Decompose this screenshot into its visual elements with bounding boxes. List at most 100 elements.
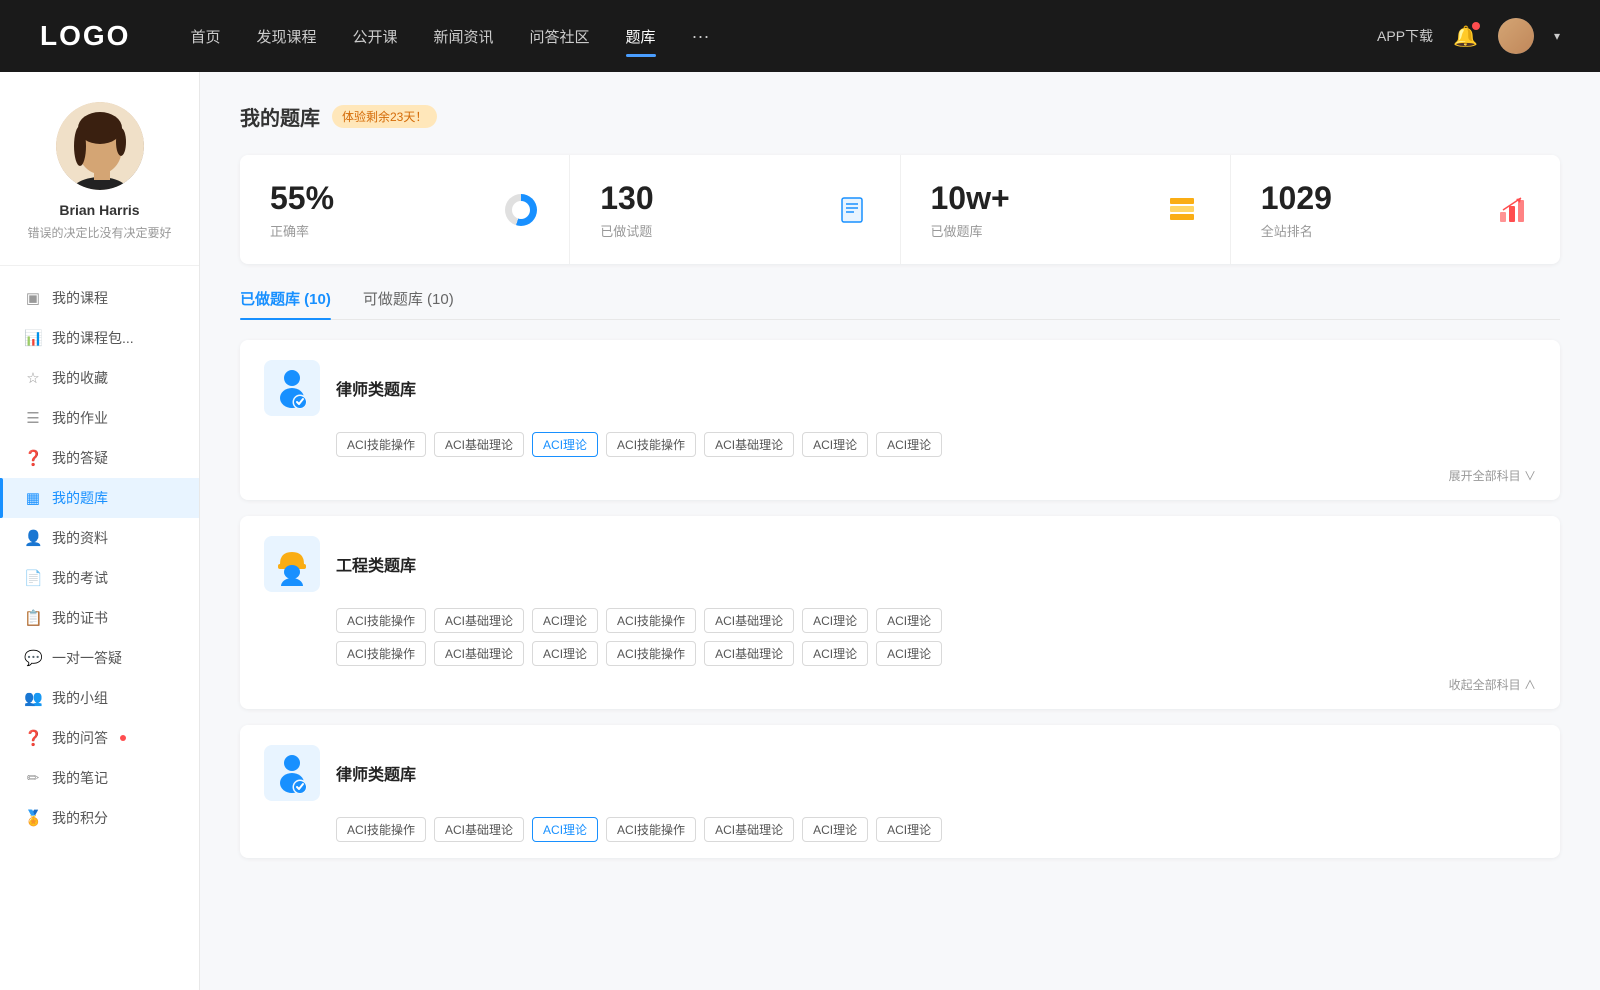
qbank-tag-highlighted[interactable]: ACI理论: [532, 817, 598, 842]
sidebar-avatar[interactable]: [56, 102, 144, 190]
qbank-tag[interactable]: ACI理论: [802, 641, 868, 666]
qbank-tag[interactable]: ACI技能操作: [606, 432, 696, 457]
qbank-icon-lawyer-1: [264, 360, 320, 416]
qbank-tag[interactable]: ACI理论: [802, 432, 868, 457]
qbank-tag[interactable]: ACI基础理论: [704, 641, 794, 666]
pie-chart-inner: [512, 201, 530, 219]
qbank-card-engineer: 工程类题库 ACI技能操作 ACI基础理论 ACI理论 ACI技能操作 ACI基…: [240, 516, 1560, 709]
tab-done-banks[interactable]: 已做题库 (10): [240, 288, 331, 319]
rank-label: 全站排名: [1261, 221, 1478, 240]
qbank-tag[interactable]: ACI基础理论: [434, 432, 524, 457]
qbank-tag[interactable]: ACI理论: [876, 608, 942, 633]
sidebar-item-my-qa[interactable]: ❓ 我的问答: [0, 718, 199, 758]
sidebar-item-favorites[interactable]: ☆ 我的收藏: [0, 358, 199, 398]
qbank-tag[interactable]: ACI技能操作: [336, 641, 426, 666]
points-icon: 🏅: [24, 809, 42, 827]
done-banks-label: 已做题库: [931, 221, 1148, 240]
page-header: 我的题库 体验剩余23天！: [240, 102, 1560, 131]
qbank-tag[interactable]: ACI基础理论: [704, 817, 794, 842]
note-svg-icon: [836, 194, 868, 226]
one-on-one-icon: 💬: [24, 649, 42, 667]
sidebar-avatar-image: [56, 102, 144, 190]
qbank-tag[interactable]: ACI技能操作: [336, 817, 426, 842]
sidebar-item-points[interactable]: 🏅 我的积分: [0, 798, 199, 838]
qbank-tag[interactable]: ACI理论: [532, 608, 598, 633]
qbank-footer-engineer: 收起全部科目 ∧: [264, 676, 1536, 693]
qbank-tag[interactable]: ACI技能操作: [606, 608, 696, 633]
sidebar-item-qa[interactable]: ❓ 我的答疑: [0, 438, 199, 478]
qbank-tag[interactable]: ACI基础理论: [434, 817, 524, 842]
qbank-tag[interactable]: ACI理论: [876, 817, 942, 842]
sidebar-item-profile[interactable]: 👤 我的资料: [0, 518, 199, 558]
qbank-tag[interactable]: ACI基础理论: [434, 608, 524, 633]
qbank-header-lawyer-2: 律师类题库: [264, 745, 1536, 801]
nav-discover[interactable]: 发现课程: [256, 22, 316, 51]
groups-icon: 👥: [24, 689, 42, 707]
qbank-collapse-button[interactable]: 收起全部科目 ∧: [1449, 676, 1536, 693]
qbank-tag[interactable]: ACI理论: [802, 608, 868, 633]
sidebar-item-label: 我的资料: [52, 528, 108, 548]
qa-icon: ❓: [24, 449, 42, 467]
rank-value: 1029: [1261, 179, 1478, 217]
sidebar-item-label: 我的收藏: [52, 368, 108, 388]
sidebar: Brian Harris 错误的决定比没有决定要好 ▣ 我的课程 📊 我的课程包…: [0, 72, 200, 990]
done-questions-value: 130: [600, 179, 817, 217]
sidebar-item-certificates[interactable]: 📋 我的证书: [0, 598, 199, 638]
stat-done-banks: 10w+ 已做题库: [901, 155, 1231, 264]
qbank-tag-highlighted[interactable]: ACI理论: [532, 432, 598, 457]
notification-bell[interactable]: 🔔: [1453, 24, 1478, 49]
qbank-tag[interactable]: ACI基础理论: [704, 432, 794, 457]
sidebar-item-courses[interactable]: ▣ 我的课程: [0, 278, 199, 318]
sidebar-item-groups[interactable]: 👥 我的小组: [0, 678, 199, 718]
nav-home[interactable]: 首页: [190, 22, 220, 51]
qbank-tag[interactable]: ACI技能操作: [336, 608, 426, 633]
qbank-tag[interactable]: ACI基础理论: [434, 641, 524, 666]
qbank-tag[interactable]: ACI技能操作: [606, 817, 696, 842]
qbank-tag[interactable]: ACI技能操作: [336, 432, 426, 457]
sidebar-item-course-packages[interactable]: 📊 我的课程包...: [0, 318, 199, 358]
sidebar-user-motto: 错误的决定比没有决定要好: [27, 224, 171, 241]
qbank-tags-lawyer-2: ACI技能操作 ACI基础理论 ACI理论 ACI技能操作 ACI基础理论 AC…: [264, 817, 1536, 842]
avatar[interactable]: [1498, 18, 1534, 54]
qbank-tag[interactable]: ACI理论: [876, 641, 942, 666]
qbank-tag[interactable]: ACI理论: [532, 641, 598, 666]
nav-qbank[interactable]: 题库: [626, 22, 656, 51]
qbank-title-lawyer-2: 律师类题库: [336, 761, 416, 785]
lawyer-icon-svg-2: [270, 751, 314, 795]
logo[interactable]: LOGO: [40, 20, 130, 52]
nav-opencourse[interactable]: 公开课: [352, 22, 397, 51]
qbank-tag[interactable]: ACI技能操作: [606, 641, 696, 666]
sidebar-item-label: 我的小组: [52, 688, 108, 708]
content-area: 我的题库 体验剩余23天！ 55% 正确率 130 已做试题: [200, 72, 1600, 990]
avatar-chevron-icon[interactable]: ▾: [1554, 29, 1560, 43]
nav-qa[interactable]: 问答社区: [530, 22, 590, 51]
sidebar-item-homework[interactable]: ☰ 我的作业: [0, 398, 199, 438]
sidebar-item-label: 一对一答疑: [52, 648, 122, 668]
notification-dot: [1472, 22, 1480, 30]
tab-available-banks[interactable]: 可做题库 (10): [363, 288, 454, 319]
qbank-tag[interactable]: ACI理论: [876, 432, 942, 457]
nav-more[interactable]: ···: [692, 26, 710, 47]
sidebar-item-notes[interactable]: ✏ 我的笔记: [0, 758, 199, 798]
sidebar-item-one-on-one[interactable]: 💬 一对一答疑: [0, 638, 199, 678]
notes-icon: ✏: [24, 769, 42, 787]
sidebar-item-exams[interactable]: 📄 我的考试: [0, 558, 199, 598]
sidebar-item-label: 我的考试: [52, 568, 108, 588]
stat-rank-text: 1029 全站排名: [1261, 179, 1478, 240]
my-qa-icon: ❓: [24, 729, 42, 747]
sidebar-menu: ▣ 我的课程 📊 我的课程包... ☆ 我的收藏 ☰ 我的作业 ❓ 我的答疑 ▦: [0, 278, 199, 838]
stat-done-questions-text: 130 已做试题: [600, 179, 817, 240]
qbank-header-lawyer-1: 律师类题库: [264, 360, 1536, 416]
nav-news[interactable]: 新闻资讯: [434, 22, 494, 51]
qbank-expand-button[interactable]: 展开全部科目 ∨: [1449, 467, 1536, 484]
qbank-tag[interactable]: ACI理论: [802, 817, 868, 842]
qbank-icon: ▦: [24, 489, 42, 507]
stat-accuracy: 55% 正确率: [240, 155, 570, 264]
qbank-tag[interactable]: ACI基础理论: [704, 608, 794, 633]
certificates-icon: 📋: [24, 609, 42, 627]
sidebar-item-qbank[interactable]: ▦ 我的题库: [0, 478, 199, 518]
app-download-button[interactable]: APP下载: [1377, 26, 1433, 46]
sidebar-profile: Brian Harris 错误的决定比没有决定要好: [0, 102, 199, 266]
engineer-icon-svg: [270, 542, 314, 586]
stat-done-banks-text: 10w+ 已做题库: [931, 179, 1148, 240]
